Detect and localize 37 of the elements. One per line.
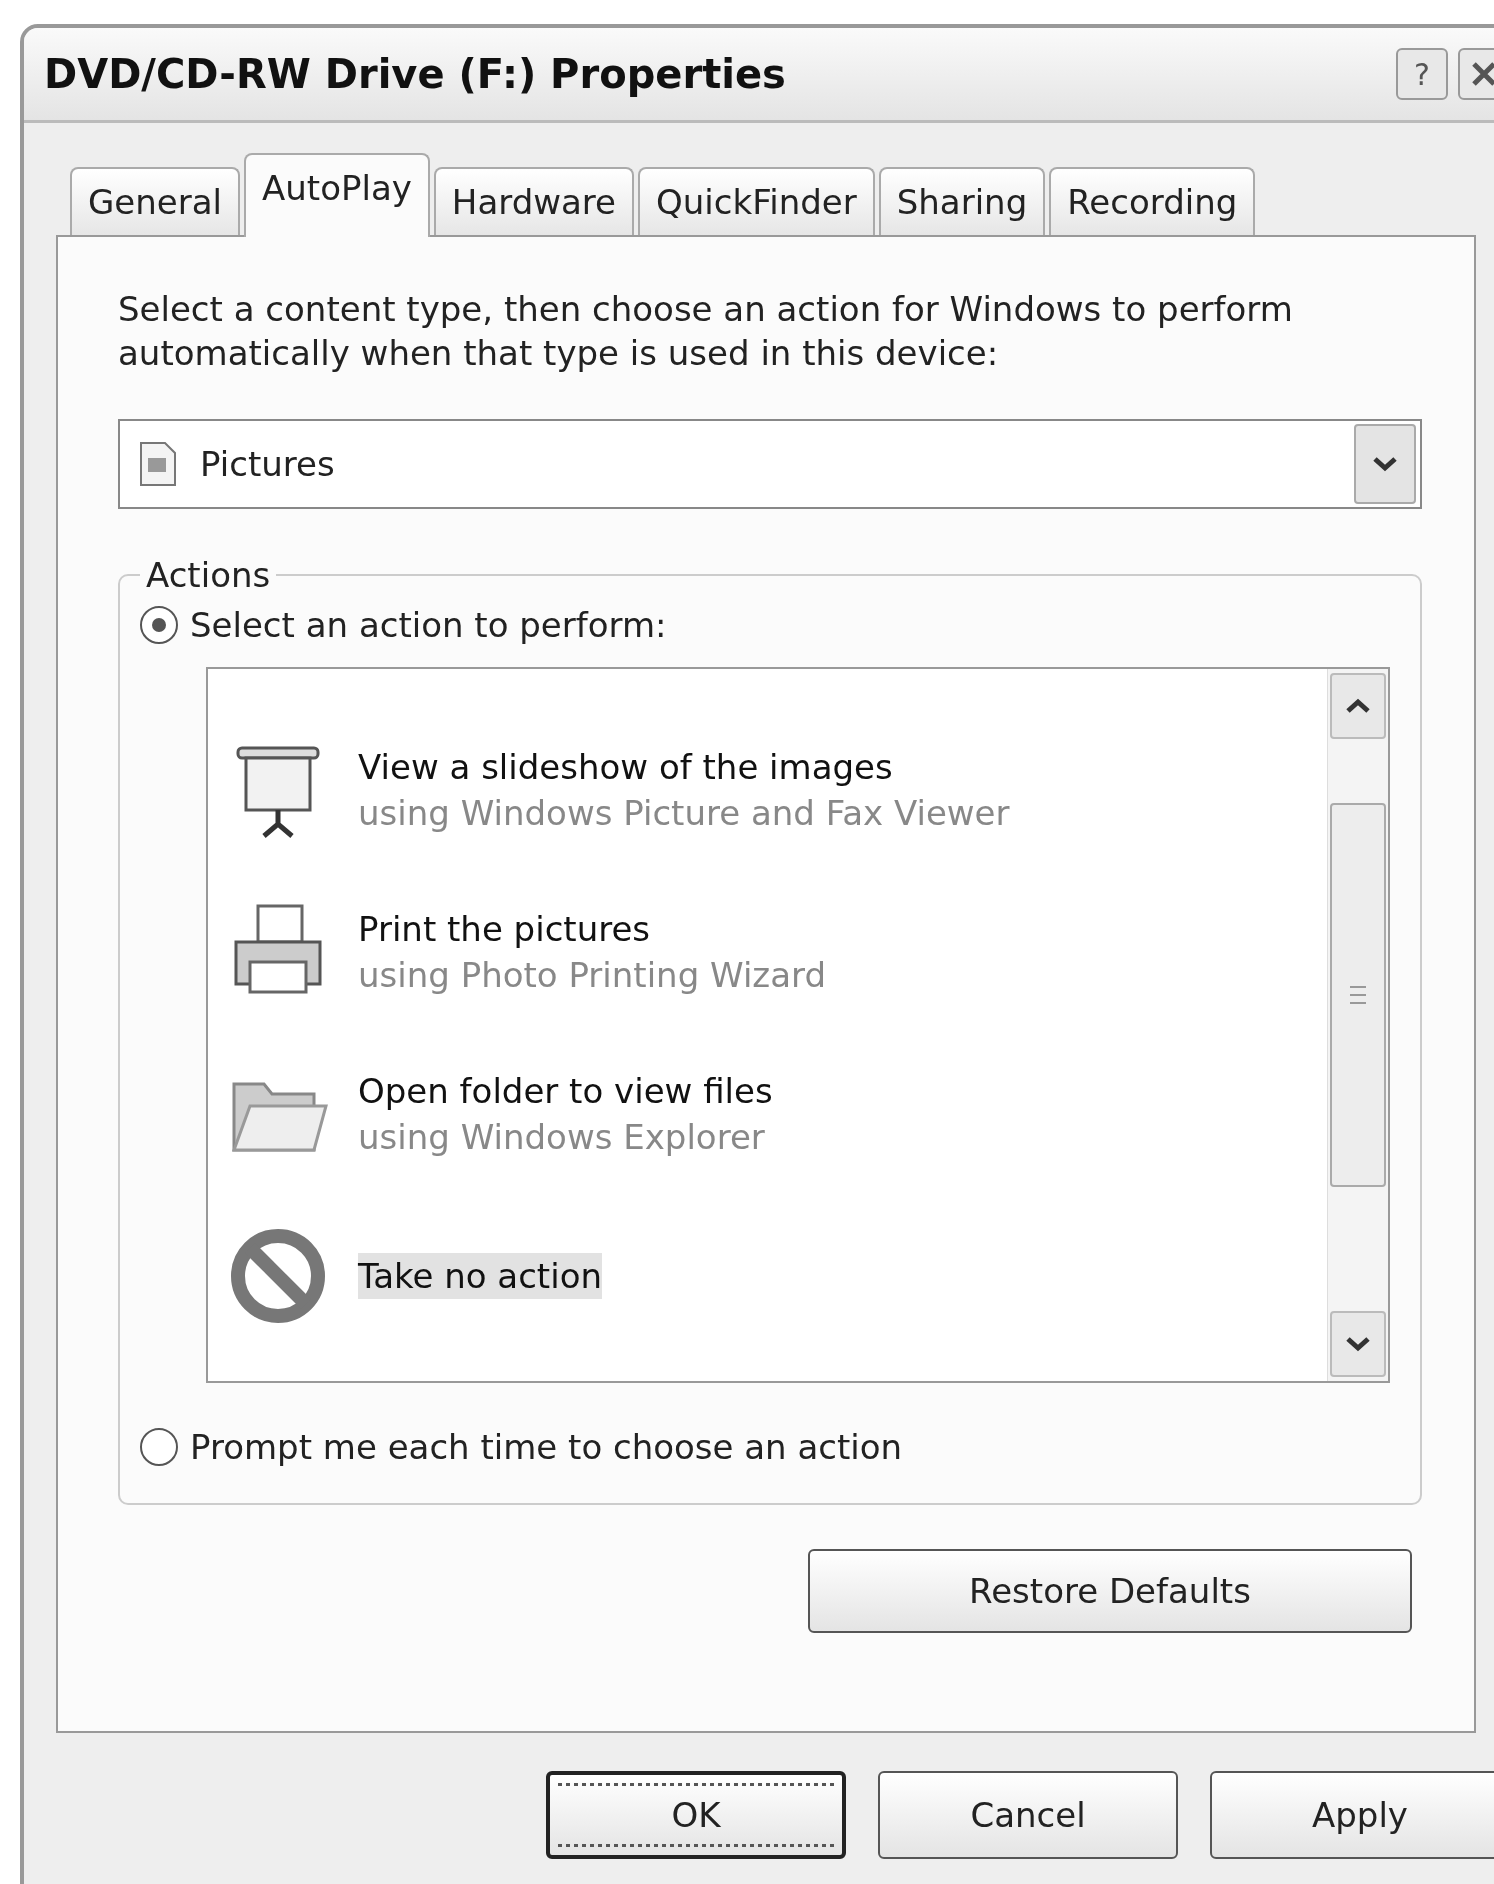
scrollbar[interactable] xyxy=(1327,669,1388,1381)
item-title: View a slideshow of the images xyxy=(358,746,894,789)
tab[interactable]: General xyxy=(70,167,240,235)
scroll-up-button[interactable] xyxy=(1330,673,1386,739)
description-text: Select a content type, then choose an action for Windows to perform automatically when that type is used in this device: xyxy=(118,288,1294,375)
tab[interactable]: Recording xyxy=(1049,167,1256,235)
list-item[interactable]: View a slideshow of the images using Windows Picture and Fax Viewer xyxy=(208,709,1327,871)
dialog-button[interactable]: Apply xyxy=(1210,1771,1494,1859)
tab[interactable]: Sharing xyxy=(878,167,1046,235)
prohibited-icon xyxy=(228,1226,328,1326)
item-title: Take no action xyxy=(358,1253,602,1299)
radio-option[interactable]: Select an action to perform: xyxy=(140,595,1390,655)
group-title: Actions xyxy=(145,555,272,595)
list-item[interactable]: Open folder to view files using Windows Explorer xyxy=(208,1033,1327,1195)
dialog-button[interactable]: OK xyxy=(546,1771,846,1859)
item-title: Print the pictures xyxy=(358,908,652,951)
dropdown-value: Pictures xyxy=(200,444,336,484)
radio-button[interactable] xyxy=(140,606,178,644)
list-item[interactable]: Print the pictures using Photo Printing Wizard xyxy=(208,871,1327,1033)
help-button[interactable]: ? xyxy=(1396,48,1448,100)
window-title: DVD/CD-RW Drive (F:) Properties xyxy=(44,51,787,97)
dialog-button[interactable]: Cancel xyxy=(878,1771,1178,1859)
restore-defaults-button[interactable]: Restore Defaults xyxy=(808,1549,1412,1633)
tab[interactable]: QuickFinder xyxy=(638,167,875,235)
list-item[interactable]: Take no action xyxy=(208,1195,1327,1357)
tab[interactable]: AutoPlay xyxy=(244,153,430,237)
radio-button[interactable] xyxy=(140,1428,178,1466)
document-icon xyxy=(138,440,178,488)
tab[interactable]: Hardware xyxy=(433,167,634,235)
item-title: Open folder to view files xyxy=(358,1070,773,1113)
scroll-down-button[interactable] xyxy=(1330,1311,1386,1377)
radio-option[interactable]: Prompt me each time to choose an action xyxy=(140,1417,1390,1477)
content-type-dropdown[interactable]: Pictures xyxy=(118,419,1422,509)
item-subtitle: using Windows Explorer xyxy=(358,1116,766,1159)
item-subtitle: using Photo Printing Wizard xyxy=(358,954,826,997)
item-subtitle: using Windows Picture and Fax Viewer xyxy=(358,792,1010,835)
scroll-thumb[interactable] xyxy=(1330,803,1386,1187)
